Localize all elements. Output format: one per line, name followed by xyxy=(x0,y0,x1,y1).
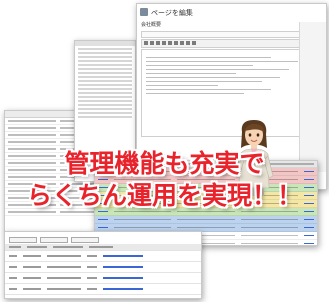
list-item xyxy=(5,251,201,262)
strike-icon[interactable] xyxy=(156,41,160,45)
list-action-button[interactable] xyxy=(9,237,37,243)
link-icon[interactable] xyxy=(180,41,184,45)
headline-line-2: らくちん運用を実現！！ xyxy=(26,181,302,210)
list-item xyxy=(5,262,201,273)
member-list-screenshot xyxy=(4,231,202,299)
editor-toolbar xyxy=(141,39,322,48)
list-item xyxy=(5,284,201,295)
bold-icon[interactable] xyxy=(144,41,148,45)
permalink-field[interactable] xyxy=(141,31,322,38)
italic-icon[interactable] xyxy=(150,41,154,45)
align-icon[interactable] xyxy=(174,41,178,45)
more-icon[interactable] xyxy=(192,41,196,45)
panel-header xyxy=(75,41,135,46)
list-action-button[interactable] xyxy=(40,237,68,243)
list-action-button[interactable] xyxy=(71,237,99,243)
page-subtitle: 会社概要 xyxy=(141,22,162,28)
headline-line-1: 管理機能も充実で xyxy=(64,149,265,178)
list-button-bar xyxy=(5,232,201,244)
editor-heading-line xyxy=(142,50,321,54)
page-title: ページを編集 xyxy=(151,9,193,17)
quote-icon[interactable] xyxy=(168,41,172,45)
list-icon[interactable] xyxy=(162,41,166,45)
list-item xyxy=(5,273,201,284)
table-row xyxy=(95,216,317,224)
list-header-row xyxy=(5,244,201,251)
image-icon[interactable] xyxy=(186,41,190,45)
